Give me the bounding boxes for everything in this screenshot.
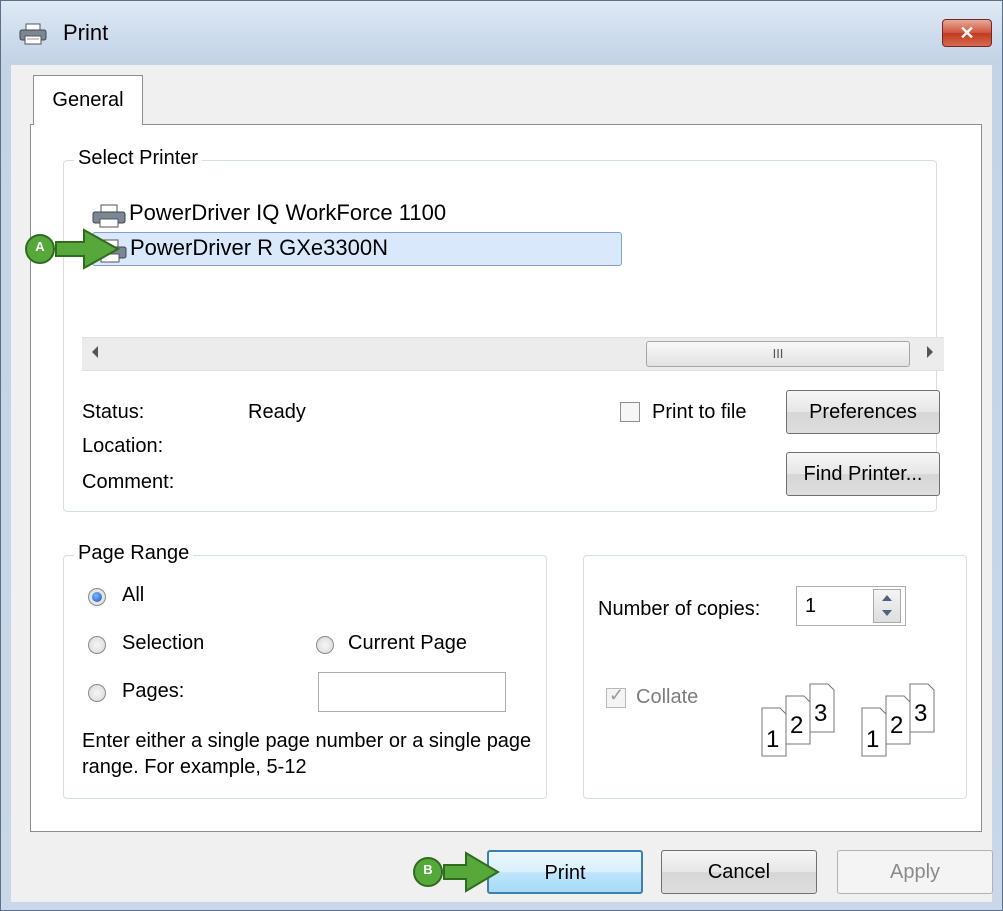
print-to-file-label[interactable]: Print to file	[652, 401, 746, 424]
spin-down-icon[interactable]	[882, 610, 892, 616]
copies-group: Number of copies: 1 ✓ Collate 3 2 1 3 2 …	[583, 555, 967, 799]
check-mark-icon: ✓	[609, 685, 625, 705]
page-number-2: 2	[790, 712, 804, 739]
scroll-thumb[interactable]: III	[646, 341, 910, 367]
radio-selection-label[interactable]: Selection	[122, 632, 204, 655]
spin-up-icon[interactable]	[882, 595, 892, 601]
select-printer-legend: Select Printer	[74, 147, 203, 170]
radio-current-page-label[interactable]: Current Page	[348, 632, 467, 655]
copies-value[interactable]: 1	[805, 595, 816, 618]
cancel-button[interactable]: Cancel	[661, 850, 817, 894]
spin-buttons[interactable]	[873, 589, 901, 623]
callout-label-a: A	[35, 239, 45, 254]
scroll-grip: III	[772, 346, 784, 361]
page-number-3: 3	[814, 700, 828, 727]
radio-pages[interactable]	[88, 684, 106, 702]
page-number-2: 2	[890, 712, 904, 739]
page-number-3: 3	[914, 700, 928, 727]
copies-spinner[interactable]: 1	[796, 586, 906, 626]
comment-label: Comment:	[82, 471, 175, 493]
dialog-client-area: General Select Printer PowerDriver IQ Wo…	[11, 65, 993, 902]
printer-name: PowerDriver IQ WorkForce 1100	[129, 200, 447, 225]
printer-list-scrollbar[interactable]: III	[82, 337, 944, 371]
printer-icon	[92, 204, 126, 228]
print-dialog: Print ✕ General Select Printer PowerDriv…	[0, 0, 1003, 911]
general-tab-panel: Select Printer PowerDriver IQ WorkForce …	[30, 124, 982, 832]
close-button[interactable]: ✕	[942, 19, 992, 47]
radio-pages-label[interactable]: Pages:	[122, 680, 184, 703]
printer-item[interactable]: PowerDriver IQ WorkForce 1100	[92, 198, 492, 232]
radio-all[interactable]	[88, 588, 106, 606]
apply-button[interactable]: Apply	[837, 850, 993, 894]
status-value: Ready	[248, 401, 306, 423]
page-number-1: 1	[766, 726, 780, 753]
page-number-1: 1	[866, 726, 880, 753]
printer-item-selected[interactable]: PowerDriver R GXe3300N	[92, 232, 622, 266]
printer-name: PowerDriver R GXe3300N	[130, 235, 388, 260]
title-bar: Print ✕	[1, 1, 1002, 65]
radio-all-label[interactable]: All	[122, 584, 144, 607]
pages-input[interactable]	[318, 672, 506, 712]
radio-current-page[interactable]	[316, 636, 334, 654]
callout-label-b: B	[423, 862, 433, 877]
location-label: Location:	[82, 435, 164, 457]
collate-checkbox[interactable]: ✓	[606, 685, 626, 708]
page-range-hint: Enter either a single page number or a s…	[82, 730, 532, 778]
print-to-file-checkbox[interactable]	[620, 402, 640, 422]
scroll-left-arrow-icon[interactable]	[92, 346, 98, 358]
preferences-button[interactable]: Preferences	[786, 390, 940, 434]
select-printer-group: Select Printer PowerDriver IQ WorkForce …	[63, 147, 944, 512]
collate-label: Collate	[636, 686, 699, 708]
find-printer-button[interactable]: Find Printer...	[786, 452, 940, 496]
scroll-right-arrow-icon[interactable]	[927, 346, 933, 358]
page-range-group: Page Range All Selection Current Page Pa…	[63, 542, 547, 799]
printer-icon	[19, 23, 47, 45]
page-range-legend: Page Range	[74, 542, 194, 565]
copies-label: Number of copies:	[598, 598, 761, 620]
print-button[interactable]: Print	[487, 850, 643, 894]
tab-general[interactable]: General	[33, 75, 143, 125]
radio-selection[interactable]	[88, 636, 106, 654]
collate-pages-icon: 3 2 1	[848, 682, 968, 762]
window-title: Print	[63, 20, 109, 45]
status-label: Status:	[82, 401, 145, 423]
